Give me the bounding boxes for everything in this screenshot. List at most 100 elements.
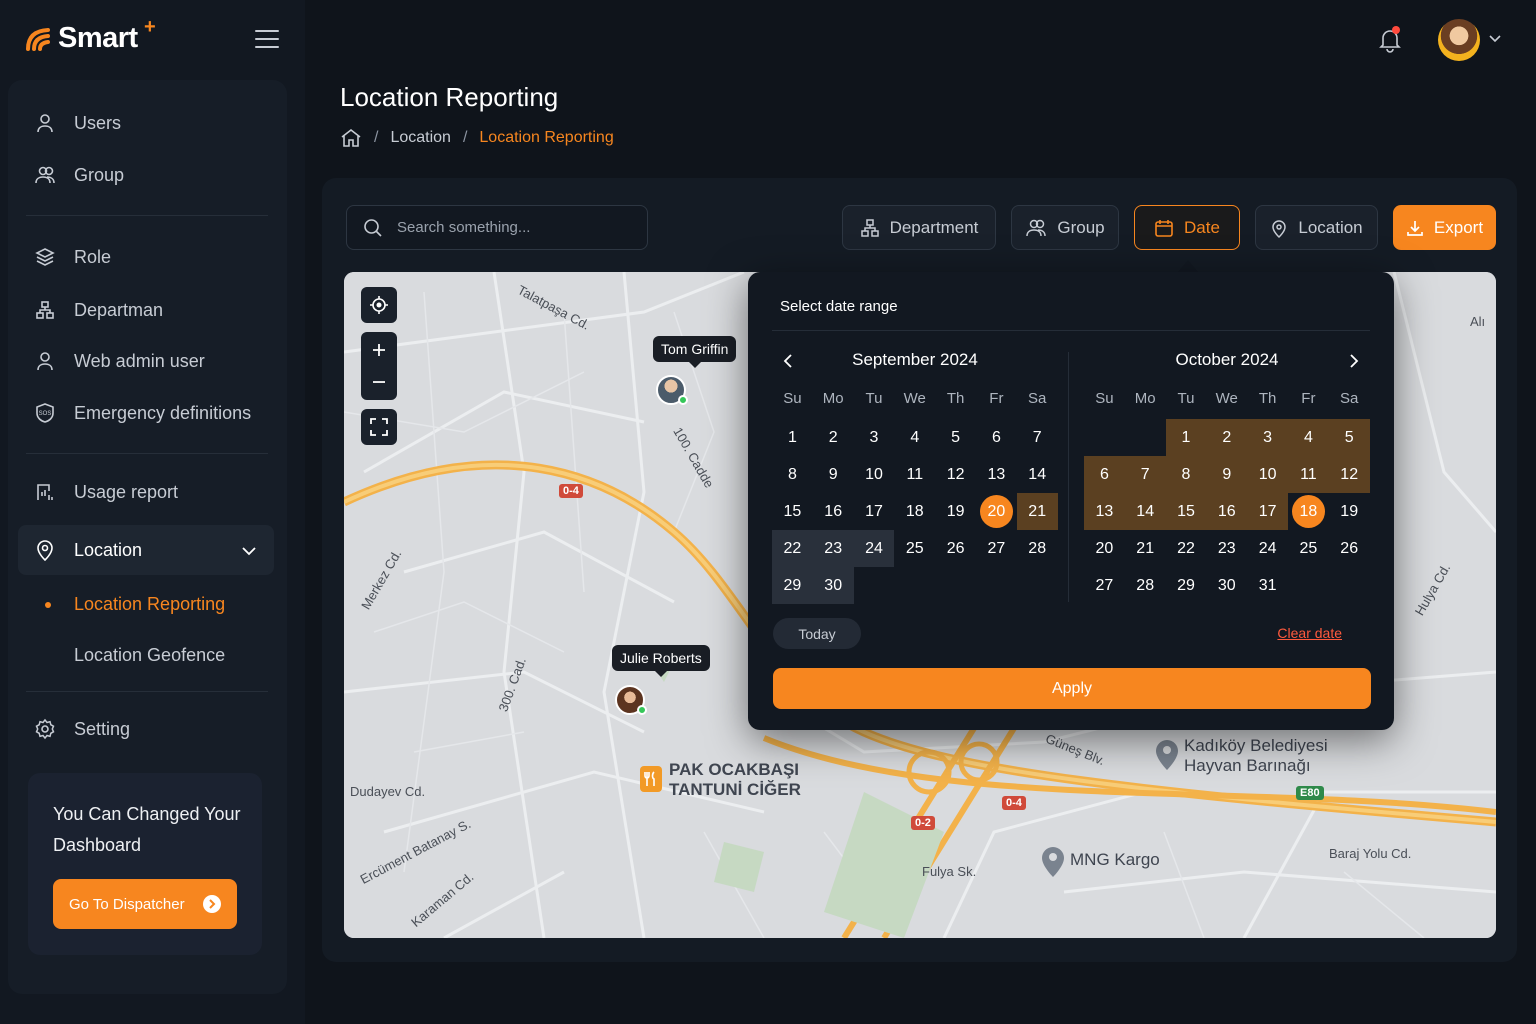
calendar-day[interactable]: 17 [854, 493, 895, 530]
calendar-day[interactable]: 24 [853, 530, 895, 567]
calendar-day[interactable]: 27 [1084, 567, 1125, 604]
calendar-day[interactable]: 6 [976, 419, 1017, 456]
calendar-day[interactable]: 12 [935, 456, 976, 493]
calendar-day[interactable]: 4 [1288, 419, 1329, 456]
locate-me-button[interactable] [361, 287, 397, 323]
sidebar-item-location[interactable]: Location [18, 525, 274, 575]
home-icon[interactable] [340, 128, 362, 148]
calendar-day[interactable]: 11 [894, 456, 935, 493]
search-input[interactable] [397, 219, 627, 236]
calendar-day[interactable]: 22 [1166, 530, 1207, 567]
calendar-day[interactable]: 9 [1206, 456, 1248, 493]
calendar-day[interactable]: 1 [772, 419, 813, 456]
calendar-day[interactable]: 19 [935, 493, 976, 530]
calendar-day[interactable]: 15 [772, 493, 813, 530]
calendar-day[interactable]: 21 [1016, 493, 1058, 530]
location-filter-button[interactable]: Location [1255, 205, 1378, 250]
calendar-day[interactable]: 19 [1329, 493, 1370, 530]
calendar-day[interactable]: 31 [1247, 567, 1288, 604]
person-marker-julie-roberts[interactable] [615, 685, 647, 715]
calendar-day[interactable]: 18 [894, 493, 935, 530]
calendar-day[interactable]: 29 [1166, 567, 1207, 604]
clear-date-link[interactable]: Clear date [1277, 625, 1342, 641]
restaurant-icon[interactable] [640, 766, 662, 792]
calendar-day[interactable]: 20 [976, 493, 1017, 530]
export-button[interactable]: Export [1393, 205, 1496, 250]
calendar-day[interactable]: 1 [1165, 419, 1207, 456]
calendar-day[interactable]: 9 [813, 456, 854, 493]
calendar-day[interactable]: 12 [1328, 456, 1370, 493]
calendar-day[interactable]: 28 [1125, 567, 1166, 604]
calendar-day[interactable]: 24 [1247, 530, 1288, 567]
date-filter-button[interactable]: Date [1134, 205, 1240, 250]
calendar-day[interactable]: 25 [894, 530, 935, 567]
calendar-day[interactable]: 29 [772, 567, 813, 604]
today-button[interactable]: Today [773, 618, 861, 649]
calendar-day[interactable]: 20 [1084, 530, 1125, 567]
calendar-day[interactable]: 27 [976, 530, 1017, 567]
calendar-day[interactable]: 13 [976, 456, 1017, 493]
breadcrumb-location[interactable]: Location [390, 129, 451, 147]
calendar-day[interactable]: 10 [1247, 456, 1288, 493]
sidebar-item-users[interactable]: Users [24, 103, 274, 143]
avatar[interactable] [1438, 19, 1480, 61]
calendar-day[interactable]: 14 [1017, 456, 1058, 493]
group-filter-button[interactable]: Group [1011, 205, 1119, 250]
calendar-day[interactable]: 3 [854, 419, 895, 456]
calendar-day[interactable]: 2 [813, 419, 854, 456]
calendar-day[interactable]: 21 [1125, 530, 1166, 567]
poi-restaurant[interactable]: PAK OCAKBAŞI TANTUNİ CİĞER [669, 760, 839, 800]
calendar-day[interactable]: 30 [812, 567, 854, 604]
calendar-day[interactable]: 8 [772, 456, 813, 493]
sidebar-subitem-location-reporting[interactable]: Location Reporting [74, 594, 225, 615]
fullscreen-button[interactable] [361, 409, 397, 445]
map-marker-icon[interactable] [1040, 844, 1066, 878]
apply-button[interactable]: Apply [773, 668, 1371, 709]
calendar-day[interactable]: 23 [812, 530, 854, 567]
calendar-day[interactable]: 10 [854, 456, 895, 493]
sidebar-item-setting[interactable]: Setting [24, 709, 274, 749]
sidebar-item-emergency-definitions[interactable]: SOS Emergency definitions [24, 393, 274, 433]
calendar-day[interactable]: 8 [1165, 456, 1207, 493]
calendar-day[interactable]: 5 [1328, 419, 1370, 456]
calendar-day[interactable]: 4 [894, 419, 935, 456]
calendar-day[interactable]: 26 [1329, 530, 1370, 567]
calendar-day[interactable]: 2 [1206, 419, 1248, 456]
sidebar-item-usage-report[interactable]: Usage report [24, 472, 274, 512]
calendar-day[interactable]: 15 [1165, 493, 1207, 530]
calendar-day[interactable]: 18 [1288, 493, 1329, 530]
chevron-down-icon[interactable] [1488, 34, 1502, 44]
calendar-day[interactable]: 16 [813, 493, 854, 530]
calendar-day[interactable]: 5 [935, 419, 976, 456]
sidebar-item-web-admin-user[interactable]: Web admin user [24, 341, 274, 381]
person-marker-tom-griffin[interactable] [656, 375, 688, 405]
zoom-out-button[interactable] [361, 364, 397, 400]
calendar-day[interactable]: 7 [1017, 419, 1058, 456]
calendar-day[interactable]: 13 [1084, 493, 1125, 530]
calendar-day[interactable]: 11 [1288, 456, 1329, 493]
go-to-dispatcher-button[interactable]: Go To Dispatcher [53, 879, 237, 929]
sidebar-subitem-location-geofence[interactable]: Location Geofence [74, 645, 225, 666]
map-marker-icon[interactable] [1154, 737, 1180, 771]
sidebar-item-group[interactable]: Group [24, 155, 274, 195]
poi-kadikoy-barinagi[interactable]: Kadıköy Belediyesi Hayvan Barınağı [1184, 736, 1374, 776]
menu-toggle-icon[interactable] [254, 28, 280, 50]
poi-mng-kargo[interactable]: MNG Kargo [1070, 850, 1160, 870]
next-month-icon[interactable] [1348, 353, 1360, 369]
calendar-day[interactable]: 6 [1084, 456, 1125, 493]
calendar-day[interactable]: 25 [1288, 530, 1329, 567]
calendar-day[interactable]: 26 [935, 530, 976, 567]
calendar-day[interactable]: 22 [772, 530, 813, 567]
prev-month-icon[interactable] [782, 353, 794, 369]
calendar-day[interactable]: 28 [1017, 530, 1058, 567]
calendar-day[interactable]: 3 [1247, 419, 1288, 456]
zoom-in-button[interactable] [361, 332, 397, 368]
calendar-day[interactable]: 7 [1124, 456, 1166, 493]
app-logo[interactable]: Smart + [26, 16, 156, 55]
sidebar-item-departman[interactable]: Departman [24, 290, 274, 330]
sidebar-item-role[interactable]: Role [24, 237, 274, 277]
department-filter-button[interactable]: Department [842, 205, 996, 250]
calendar-day[interactable]: 14 [1124, 493, 1166, 530]
calendar-day[interactable]: 17 [1247, 493, 1288, 530]
calendar-day[interactable]: 16 [1206, 493, 1248, 530]
